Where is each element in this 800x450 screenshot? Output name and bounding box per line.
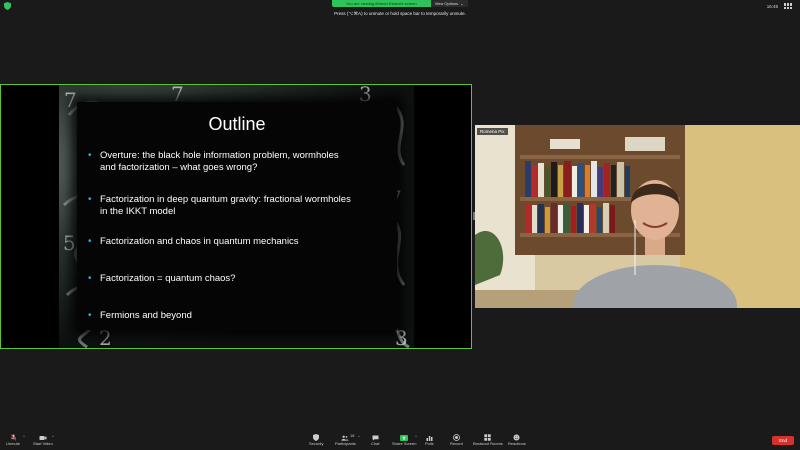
- participants-count: 18: [350, 433, 355, 438]
- bullet-item: Overture: the black hole information pro…: [87, 150, 387, 174]
- bullet-text: Factorization = quantum chaos?: [100, 273, 236, 284]
- smiley-icon: [513, 434, 521, 441]
- polls-button[interactable]: Polls: [425, 434, 434, 446]
- polls-icon: [425, 434, 433, 441]
- breakout-rooms-label: Breakout Rooms: [473, 441, 503, 446]
- bullet-item: Fermions and beyond: [87, 310, 387, 322]
- bullet-text: Factorization in deep quantum gravity: f…: [100, 194, 351, 205]
- polls-label: Polls: [425, 441, 434, 446]
- view-options-label: View Options: [434, 1, 459, 6]
- unmute-hint: Press (⌥⌘A) to unmute or hold space bar …: [334, 11, 466, 16]
- bullet-text: in the IKKT model: [100, 206, 176, 217]
- reactions-button[interactable]: Reactions: [508, 434, 526, 446]
- meeting-toolbar: Unmute ^ Start Video ^ Security Particip…: [0, 431, 800, 450]
- screen-share-banner: You are viewing Ahmed Eslami's screen Vi…: [332, 0, 468, 7]
- chevron-down-icon: ⌄: [460, 1, 464, 6]
- svg-text:7: 7: [64, 88, 77, 112]
- record-button[interactable]: Record: [450, 434, 463, 446]
- share-screen-icon: [400, 434, 409, 441]
- share-screen-label: Share Screen: [392, 441, 417, 446]
- view-options-button[interactable]: View Options ⌄: [430, 0, 468, 7]
- chevron-up-icon[interactable]: ^: [52, 434, 54, 439]
- sharing-status: You are viewing Ahmed Eslami's screen: [332, 0, 431, 7]
- bullet-item: Factorization in deep quantum gravity: f…: [87, 194, 387, 218]
- chat-button[interactable]: Chat: [371, 434, 379, 446]
- security-button[interactable]: Security: [309, 434, 323, 446]
- svg-text:5: 5: [63, 231, 76, 255]
- bullet-item: Factorization = quantum chaos?: [87, 273, 387, 285]
- security-label: Security: [309, 441, 324, 446]
- unmute-label: Unmute: [6, 441, 21, 446]
- start-video-button[interactable]: Start Video: [33, 434, 53, 446]
- security-shield-icon[interactable]: [4, 2, 11, 10]
- unmute-button[interactable]: Unmute: [6, 434, 20, 446]
- reactions-label: Reactions: [508, 441, 526, 446]
- chat-label: Chat: [371, 441, 380, 446]
- bullet-text: Fermions and beyond: [100, 310, 192, 321]
- shared-screen: 7 7 3 5 7 3 2 Outline Overture: the blac…: [0, 84, 472, 349]
- microphone-muted-icon: [9, 434, 17, 441]
- bullet-item: Factorization and chaos in quantum mecha…: [87, 236, 387, 248]
- breakout-rooms-icon: [484, 434, 492, 441]
- bullet-text: Overture: the black hole information pro…: [100, 150, 339, 161]
- bullet-text: Factorization and chaos in quantum mecha…: [100, 236, 299, 247]
- participants-icon: [341, 434, 350, 441]
- chevron-up-icon[interactable]: ^: [358, 434, 360, 439]
- participant-video[interactable]: Romena Pix: [475, 125, 800, 308]
- chevron-up-icon[interactable]: ^: [23, 434, 25, 439]
- participants-label: Participants: [335, 441, 356, 446]
- slide-content: Outline Overture: the black hole informa…: [77, 102, 397, 330]
- chat-icon: [371, 434, 379, 441]
- shield-icon: [312, 434, 320, 441]
- video-camera-icon: [39, 434, 47, 441]
- record-label: Record: [450, 441, 463, 446]
- share-screen-button[interactable]: Share Screen: [392, 434, 416, 446]
- bullet-text: and factorization – what goes wrong?: [100, 162, 258, 173]
- chevron-up-icon[interactable]: ^: [415, 434, 417, 439]
- clock: 16:45: [766, 3, 778, 9]
- bullet-list: Overture: the black hole information pro…: [87, 150, 387, 322]
- participant-name: Romena Pix: [477, 128, 508, 135]
- slide-title: Outline: [208, 114, 266, 134]
- video-feed: [475, 125, 800, 308]
- record-icon: [452, 434, 460, 441]
- start-video-label: Start Video: [33, 441, 53, 446]
- gallery-view-icon[interactable]: [784, 3, 792, 9]
- breakout-rooms-button[interactable]: Breakout Rooms: [473, 434, 503, 446]
- end-meeting-button[interactable]: End: [771, 436, 794, 445]
